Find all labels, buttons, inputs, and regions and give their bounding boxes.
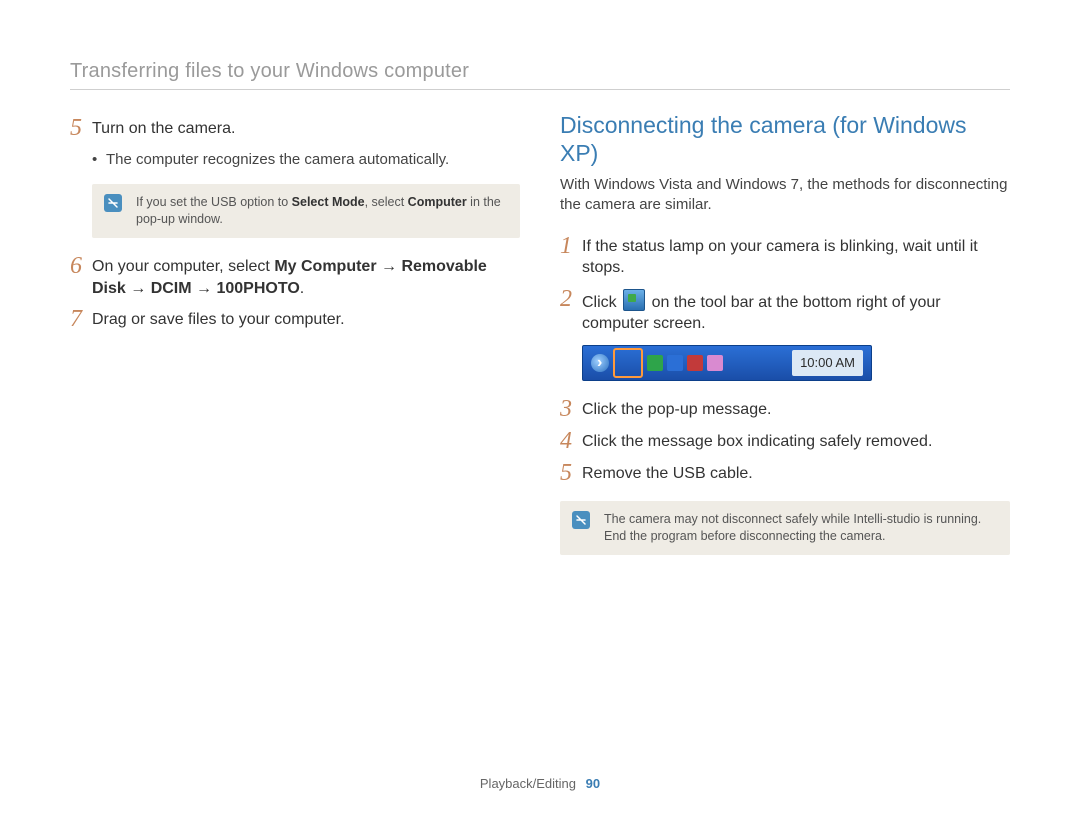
step-5-bullet: The computer recognizes the camera autom… — [92, 150, 520, 170]
step-text: Click the message box indicating safely … — [582, 431, 1010, 453]
note-text: The camera may not disconnect safely whi… — [604, 512, 981, 543]
system-tray-screenshot: 10:00 AM — [582, 345, 872, 381]
step-text: Drag or save files to your computer. — [92, 309, 520, 331]
path-arrow: → — [377, 258, 402, 275]
step-number: 2 — [560, 287, 582, 311]
section-intro: With Windows Vista and Windows 7, the me… — [560, 175, 1010, 216]
note-text-part: , select — [365, 195, 408, 209]
note-icon — [104, 194, 122, 212]
step-text: Click on the tool bar at the bottom righ… — [582, 289, 1010, 335]
safely-remove-icon — [623, 289, 645, 311]
footer-page-number: 90 — [586, 776, 600, 791]
path-bold: 100PHOTO — [216, 280, 299, 297]
step-number: 1 — [560, 234, 582, 258]
note-bold: Select Mode — [292, 195, 365, 209]
step-5: 5 Turn on the camera. — [70, 118, 520, 140]
step-number: 4 — [560, 429, 582, 453]
tray-icon — [667, 355, 683, 371]
tray-icon — [707, 355, 723, 371]
content-columns: 5 Turn on the camera. The computer recog… — [70, 118, 1010, 573]
step-3: 3 Click the pop-up message. — [560, 399, 1010, 421]
step-number: 5 — [70, 116, 92, 140]
path-bold: My Computer — [274, 258, 376, 275]
step-1: 1 If the status lamp on your camera is b… — [560, 236, 1010, 279]
step-5r: 5 Remove the USB cable. — [560, 463, 1010, 485]
tray-icons — [647, 355, 723, 371]
path-bold: DCIM — [151, 280, 192, 297]
step-number: 3 — [560, 397, 582, 421]
divider — [70, 89, 1010, 90]
step-number: 7 — [70, 307, 92, 331]
text-part: Click — [582, 294, 621, 311]
tray-icon — [647, 355, 663, 371]
step-text: Turn on the camera. — [92, 118, 520, 140]
note-box: The camera may not disconnect safely whi… — [560, 501, 1010, 555]
note-text-part: If you set the USB option to — [136, 195, 292, 209]
step-text: If the status lamp on your camera is bli… — [582, 236, 1010, 279]
footer-section: Playback/Editing — [480, 776, 576, 791]
page-title: Transferring files to your Windows compu… — [70, 60, 1010, 83]
step-6: 6 On your computer, select My Computer →… — [70, 256, 520, 299]
step-text: Remove the USB cable. — [582, 463, 1010, 485]
step-text: Click the pop-up message. — [582, 399, 1010, 421]
text-part: On your computer, select — [92, 258, 274, 275]
step-number: 6 — [70, 254, 92, 278]
section-heading: Disconnecting the camera (for Windows XP… — [560, 112, 1010, 167]
left-column: 5 Turn on the camera. The computer recog… — [70, 118, 520, 573]
text-part: . — [300, 280, 304, 297]
tray-clock: 10:00 AM — [792, 350, 863, 376]
note-box: If you set the USB option to Select Mode… — [92, 184, 520, 238]
tray-expand-icon — [591, 354, 609, 372]
note-bold: Computer — [408, 195, 467, 209]
page-footer: Playback/Editing 90 — [0, 776, 1080, 791]
step-7: 7 Drag or save files to your computer. — [70, 309, 520, 331]
right-column: Disconnecting the camera (for Windows XP… — [560, 118, 1010, 573]
tray-icon — [687, 355, 703, 371]
step-number: 5 — [560, 461, 582, 485]
step-4: 4 Click the message box indicating safel… — [560, 431, 1010, 453]
path-arrow: → — [192, 280, 217, 297]
note-icon — [572, 511, 590, 529]
step-2: 2 Click on the tool bar at the bottom ri… — [560, 289, 1010, 335]
tray-highlighted-icon — [613, 348, 643, 378]
manual-page: Transferring files to your Windows compu… — [0, 0, 1080, 815]
path-arrow: → — [126, 280, 151, 297]
step-text: On your computer, select My Computer → R… — [92, 256, 520, 299]
